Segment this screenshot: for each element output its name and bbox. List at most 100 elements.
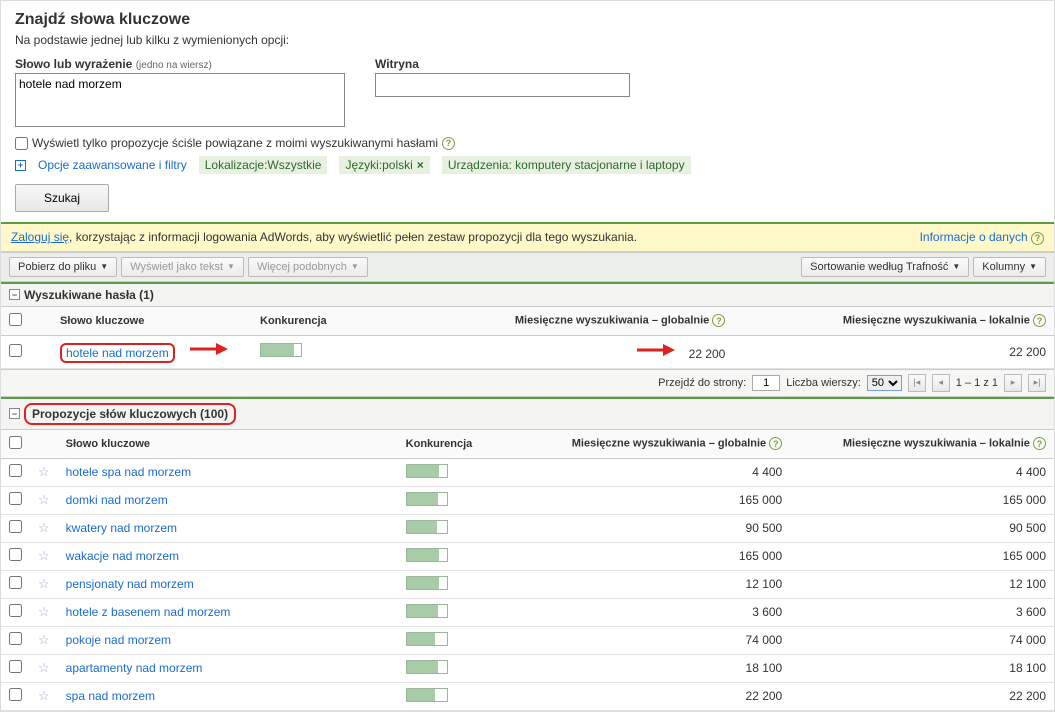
col-keyword[interactable]: Słowo kluczowe <box>58 430 398 459</box>
suggestions-table: Słowo kluczowe Konkurencja Miesięczne wy… <box>1 430 1054 711</box>
keyword-link[interactable]: hotele spa nad morzem <box>66 465 191 479</box>
col-local[interactable]: Miesięczne wyszukiwania – lokalnie ? <box>733 307 1054 336</box>
help-icon[interactable]: ? <box>1033 437 1046 450</box>
col-global[interactable]: Miesięczne wyszukiwania – globalnie ? <box>402 307 733 336</box>
local-cell: 12 100 <box>790 570 1054 598</box>
info-link[interactable]: Informacje o danych <box>920 230 1028 244</box>
local-cell: 90 500 <box>790 514 1054 542</box>
competition-bar <box>406 576 448 590</box>
star-icon[interactable]: ☆ <box>38 632 50 647</box>
login-link[interactable]: Zaloguj się <box>11 230 69 244</box>
suggestions-header: − Propozycje słów kluczowych (100) <box>1 397 1054 430</box>
col-global[interactable]: Miesięczne wyszukiwania – globalnie ? <box>518 430 791 459</box>
form-row: Słowo lub wyrażenie (jedno na wiersz) ho… <box>15 57 1040 130</box>
keyword-link[interactable]: hotele nad morzem <box>66 346 169 360</box>
star-icon[interactable]: ☆ <box>38 576 50 591</box>
page-subtitle: Na podstawie jednej lub kilku z wymienio… <box>15 33 1040 47</box>
caret-down-icon: ▼ <box>351 262 359 271</box>
phrase-col: Słowo lub wyrażenie (jedno na wiersz) ho… <box>15 57 345 130</box>
col-competition[interactable]: Konkurencja <box>252 307 402 336</box>
global-cell: 165 000 <box>518 486 791 514</box>
local-cell: 18 100 <box>790 654 1054 682</box>
row-checkbox[interactable] <box>9 632 22 645</box>
competition-bar <box>406 520 448 534</box>
row-checkbox[interactable] <box>9 492 22 505</box>
more-similar-button[interactable]: Więcej podobnych▼ <box>248 257 368 277</box>
local-cell: 165 000 <box>790 486 1054 514</box>
plus-icon[interactable]: + <box>15 160 26 171</box>
search-button[interactable]: Szukaj <box>15 184 109 212</box>
columns-button[interactable]: Kolumny▼ <box>973 257 1046 277</box>
competition-bar <box>406 660 448 674</box>
pagination: Przejdź do strony: Liczba wierszy: 50 |◂… <box>1 369 1054 397</box>
site-input[interactable] <box>375 73 630 97</box>
advanced-link[interactable]: Opcje zaawansowane i filtry <box>38 158 187 172</box>
select-all-checkbox[interactable] <box>9 436 22 449</box>
keyword-link[interactable]: apartamenty nad morzem <box>66 661 203 675</box>
sort-button[interactable]: Sortowanie według Trafność▼ <box>801 257 969 277</box>
tag-location[interactable]: Lokalizacje:Wszystkie <box>199 156 328 174</box>
row-checkbox[interactable] <box>9 520 22 533</box>
star-icon[interactable]: ☆ <box>38 520 50 535</box>
keyword-link[interactable]: domki nad morzem <box>66 493 168 507</box>
local-cell: 3 600 <box>790 598 1054 626</box>
keyword-link[interactable]: pokoje nad morzem <box>66 633 171 647</box>
tag-language[interactable]: Języki:polski × <box>339 156 429 174</box>
keyword-link[interactable]: pensjonaty nad morzem <box>66 577 194 591</box>
row-checkbox[interactable] <box>9 576 22 589</box>
row-checkbox[interactable] <box>9 548 22 561</box>
star-icon[interactable]: ☆ <box>38 464 50 479</box>
toolbar: Pobierz do pliku▼ Wyświetl jako tekst▼ W… <box>1 252 1054 282</box>
page-input[interactable] <box>752 375 780 391</box>
close-icon[interactable]: × <box>417 158 424 172</box>
keyword-link[interactable]: kwatery nad morzem <box>66 521 177 535</box>
help-icon[interactable]: ? <box>1031 232 1044 245</box>
col-local[interactable]: Miesięczne wyszukiwania – lokalnie ? <box>790 430 1054 459</box>
collapse-icon[interactable]: − <box>9 408 20 419</box>
strict-checkbox[interactable] <box>15 137 28 150</box>
keyword-link[interactable]: wakacje nad morzem <box>66 549 179 563</box>
annotation-arrow-icon <box>188 341 228 357</box>
next-page-button[interactable]: ▸ <box>1004 374 1022 392</box>
row-checkbox[interactable] <box>9 604 22 617</box>
col-keyword[interactable]: Słowo kluczowe <box>52 307 252 336</box>
star-icon[interactable]: ☆ <box>38 604 50 619</box>
keyword-link[interactable]: hotele z basenem nad morzem <box>66 605 231 619</box>
phrase-input[interactable]: hotele nad morzem <box>15 73 345 127</box>
competition-bar <box>260 343 302 357</box>
first-page-button[interactable]: |◂ <box>908 374 926 392</box>
help-icon[interactable]: ? <box>442 137 455 150</box>
global-cell: 90 500 <box>518 514 791 542</box>
star-icon[interactable]: ☆ <box>38 660 50 675</box>
prev-page-button[interactable]: ◂ <box>932 374 950 392</box>
tag-devices[interactable]: Urządzenia: komputery stacjonarne i lapt… <box>442 156 691 174</box>
help-icon[interactable]: ? <box>712 314 725 327</box>
row-checkbox[interactable] <box>9 344 22 357</box>
row-checkbox[interactable] <box>9 660 22 673</box>
row-checkbox[interactable] <box>9 464 22 477</box>
help-icon[interactable]: ? <box>769 437 782 450</box>
rows-select[interactable]: 50 <box>867 375 902 391</box>
col-competition[interactable]: Konkurencja <box>398 430 518 459</box>
star-icon[interactable]: ☆ <box>38 548 50 563</box>
competition-bar <box>406 492 448 506</box>
star-icon[interactable]: ☆ <box>38 492 50 507</box>
download-button[interactable]: Pobierz do pliku▼ <box>9 257 117 277</box>
competition-bar <box>406 688 448 702</box>
strict-checkbox-label: Wyświetl tylko propozycje ściśle powiąza… <box>32 136 438 150</box>
caret-down-icon: ▼ <box>1029 262 1037 271</box>
app-container: Znajdź słowa kluczowe Na podstawie jedne… <box>0 0 1055 712</box>
last-page-button[interactable]: ▸| <box>1028 374 1046 392</box>
global-cell: 12 100 <box>518 570 791 598</box>
help-icon[interactable]: ? <box>1033 314 1046 327</box>
page-range: 1 – 1 z 1 <box>956 377 998 389</box>
row-checkbox[interactable] <box>9 688 22 701</box>
view-text-button[interactable]: Wyświetl jako tekst▼ <box>121 257 244 277</box>
keyword-link[interactable]: spa nad morzem <box>66 689 155 703</box>
star-icon[interactable]: ☆ <box>38 688 50 703</box>
collapse-icon[interactable]: − <box>9 289 20 300</box>
table-row: ☆hotele spa nad morzem4 4004 400 <box>1 458 1054 486</box>
select-all-checkbox[interactable] <box>9 313 22 326</box>
table-row: ☆hotele z basenem nad morzem3 6003 600 <box>1 598 1054 626</box>
local-cell: 4 400 <box>790 458 1054 486</box>
